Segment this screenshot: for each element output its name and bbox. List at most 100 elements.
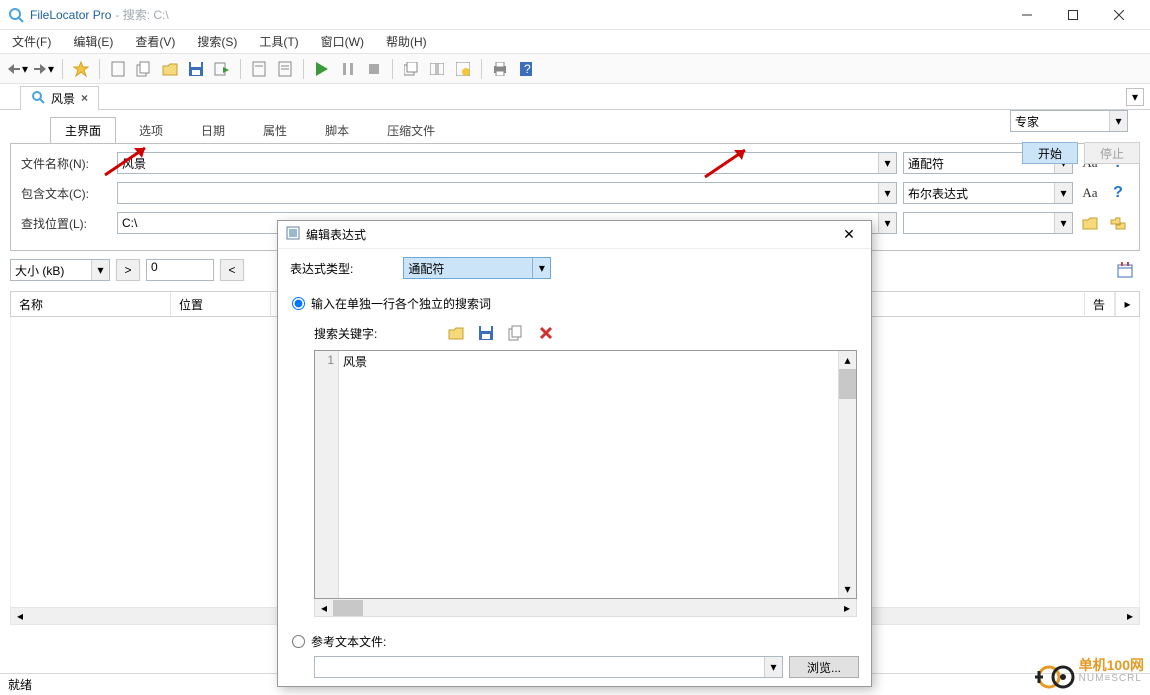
scroll-down-icon[interactable]: ▾ bbox=[839, 580, 856, 598]
app-subtitle: - 搜索: C:\ bbox=[115, 6, 168, 23]
menu-tools[interactable]: 工具(T) bbox=[255, 31, 302, 52]
export-button[interactable] bbox=[210, 57, 234, 81]
results-scroll-right-button[interactable]: ▸ bbox=[1115, 292, 1139, 316]
menu-file[interactable]: 文件(F) bbox=[8, 31, 55, 52]
editor-gutter: 1 bbox=[315, 351, 339, 598]
editor-content[interactable]: 风景 bbox=[339, 351, 838, 598]
hscroll-thumb[interactable] bbox=[333, 600, 363, 616]
window-tile-button[interactable] bbox=[425, 57, 449, 81]
dialog-save-button[interactable] bbox=[475, 322, 497, 344]
dialog-copy-button[interactable] bbox=[505, 322, 527, 344]
search-tab-attributes[interactable]: 属性 bbox=[248, 117, 302, 144]
expr-type-select[interactable]: 通配符 ▾ bbox=[403, 257, 551, 279]
browse-folder-button[interactable] bbox=[1079, 212, 1101, 234]
copy-button[interactable] bbox=[132, 57, 156, 81]
dialog-delete-button[interactable] bbox=[535, 322, 557, 344]
size-unit-select[interactable]: 大小 (kB) ▾ bbox=[10, 259, 110, 281]
menu-window[interactable]: 窗口(W) bbox=[317, 31, 368, 52]
size-gt-button[interactable]: > bbox=[116, 259, 140, 281]
doc1-button[interactable] bbox=[247, 57, 271, 81]
menu-edit[interactable]: 编辑(E) bbox=[69, 31, 117, 52]
chevron-down-icon[interactable]: ▾ bbox=[1054, 213, 1072, 233]
search-tab-options[interactable]: 选项 bbox=[124, 117, 178, 144]
search-tab-main[interactable]: 主界面 bbox=[50, 117, 116, 144]
col-location[interactable]: 位置 bbox=[171, 292, 271, 316]
open-button[interactable] bbox=[158, 57, 182, 81]
menu-search[interactable]: 搜索(S) bbox=[193, 31, 241, 52]
filename-input[interactable]: 风景 ▾ bbox=[117, 152, 897, 174]
editor-hscrollbar[interactable]: ◂ ▸ bbox=[314, 599, 857, 617]
containing-mode-select[interactable]: 布尔表达式 ▾ bbox=[903, 182, 1073, 204]
save-button[interactable] bbox=[184, 57, 208, 81]
close-button[interactable] bbox=[1096, 1, 1142, 29]
dialog-titlebar[interactable]: 编辑表达式 ✕ bbox=[278, 221, 871, 249]
scroll-left-icon[interactable]: ◂ bbox=[11, 608, 29, 624]
stop-button[interactable] bbox=[362, 57, 386, 81]
radio-ref-file[interactable]: 参考文本文件: bbox=[292, 633, 859, 650]
col-report[interactable]: 告 bbox=[1085, 292, 1115, 316]
search-tab-archive[interactable]: 压缩文件 bbox=[372, 117, 450, 144]
containing-input[interactable]: ▾ bbox=[117, 182, 897, 204]
browse-button[interactable]: 浏览... bbox=[789, 656, 859, 678]
menu-view[interactable]: 查看(V) bbox=[131, 31, 179, 52]
start-button[interactable]: 开始 bbox=[1022, 142, 1078, 164]
radio-ref-file-input[interactable] bbox=[292, 635, 305, 648]
calendar-button[interactable] bbox=[1114, 259, 1136, 281]
size-lt-button[interactable]: < bbox=[220, 259, 244, 281]
radio-each-line[interactable]: 输入在单独一行各个独立的搜索词 bbox=[292, 295, 859, 312]
chevron-down-icon[interactable]: ▾ bbox=[764, 657, 782, 677]
help-button[interactable]: ? bbox=[514, 57, 538, 81]
expert-mode-select[interactable]: 专家 ▾ bbox=[1010, 110, 1128, 132]
search-tabs: 主界面 选项 日期 属性 脚本 压缩文件 bbox=[50, 116, 1140, 143]
radio-each-line-label: 输入在单独一行各个独立的搜索词 bbox=[311, 295, 491, 312]
radio-each-line-input[interactable] bbox=[292, 297, 305, 310]
vscroll-thumb[interactable] bbox=[839, 369, 856, 399]
size-min-input[interactable]: 0 bbox=[146, 259, 214, 281]
stop-button[interactable]: 停止 bbox=[1084, 142, 1140, 164]
case-sensitive-button-2[interactable]: Aa bbox=[1079, 182, 1101, 204]
window-cascade-button[interactable] bbox=[399, 57, 423, 81]
doc2-button[interactable] bbox=[273, 57, 297, 81]
print-button[interactable] bbox=[488, 57, 512, 81]
help-containing-button[interactable]: ? bbox=[1107, 182, 1129, 204]
col-name[interactable]: 名称 bbox=[11, 292, 171, 316]
tab-dropdown-button[interactable]: ▾ bbox=[1126, 88, 1144, 106]
ref-file-input[interactable]: ▾ bbox=[314, 656, 783, 678]
containing-mode-value: 布尔表达式 bbox=[908, 185, 968, 202]
chevron-down-icon[interactable]: ▾ bbox=[878, 213, 896, 233]
chevron-down-icon[interactable]: ▾ bbox=[1109, 111, 1127, 131]
toolbar: ▾ ▾ ? bbox=[0, 54, 1150, 84]
scroll-left-icon[interactable]: ◂ bbox=[315, 599, 333, 616]
svg-text:?: ? bbox=[524, 62, 531, 76]
scroll-up-icon[interactable]: ▴ bbox=[839, 351, 856, 369]
scroll-right-icon[interactable]: ▸ bbox=[1121, 608, 1139, 624]
nav-forward-button[interactable]: ▾ bbox=[32, 57, 56, 81]
chevron-down-icon[interactable]: ▾ bbox=[878, 153, 896, 173]
favorite-button[interactable] bbox=[69, 57, 93, 81]
tab-close-button[interactable]: × bbox=[81, 91, 88, 105]
dialog-open-button[interactable] bbox=[445, 322, 467, 344]
menu-help[interactable]: 帮助(H) bbox=[382, 31, 431, 52]
subfolder-button[interactable] bbox=[1107, 212, 1129, 234]
watermark-icon bbox=[1035, 651, 1075, 691]
tab-search[interactable]: 风景 × bbox=[20, 86, 99, 110]
dialog-close-button[interactable]: ✕ bbox=[835, 224, 863, 246]
dialog-title: 编辑表达式 bbox=[306, 226, 366, 243]
search-tab-script[interactable]: 脚本 bbox=[310, 117, 364, 144]
minimize-button[interactable] bbox=[1004, 1, 1050, 29]
nav-back-button[interactable]: ▾ bbox=[6, 57, 30, 81]
search-tab-date[interactable]: 日期 bbox=[186, 117, 240, 144]
chevron-down-icon[interactable]: ▾ bbox=[532, 258, 550, 278]
expression-editor[interactable]: 1 风景 ▴ ▾ bbox=[314, 350, 857, 599]
chevron-down-icon[interactable]: ▾ bbox=[878, 183, 896, 203]
lookin-mode-select[interactable]: ▾ bbox=[903, 212, 1073, 234]
window-options-button[interactable] bbox=[451, 57, 475, 81]
play-button[interactable] bbox=[310, 57, 334, 81]
maximize-button[interactable] bbox=[1050, 1, 1096, 29]
chevron-down-icon[interactable]: ▾ bbox=[1054, 183, 1072, 203]
pause-button[interactable] bbox=[336, 57, 360, 81]
editor-vscrollbar[interactable]: ▴ ▾ bbox=[838, 351, 856, 598]
new-doc-button[interactable] bbox=[106, 57, 130, 81]
scroll-right-icon[interactable]: ▸ bbox=[838, 599, 856, 616]
chevron-down-icon[interactable]: ▾ bbox=[91, 260, 109, 280]
